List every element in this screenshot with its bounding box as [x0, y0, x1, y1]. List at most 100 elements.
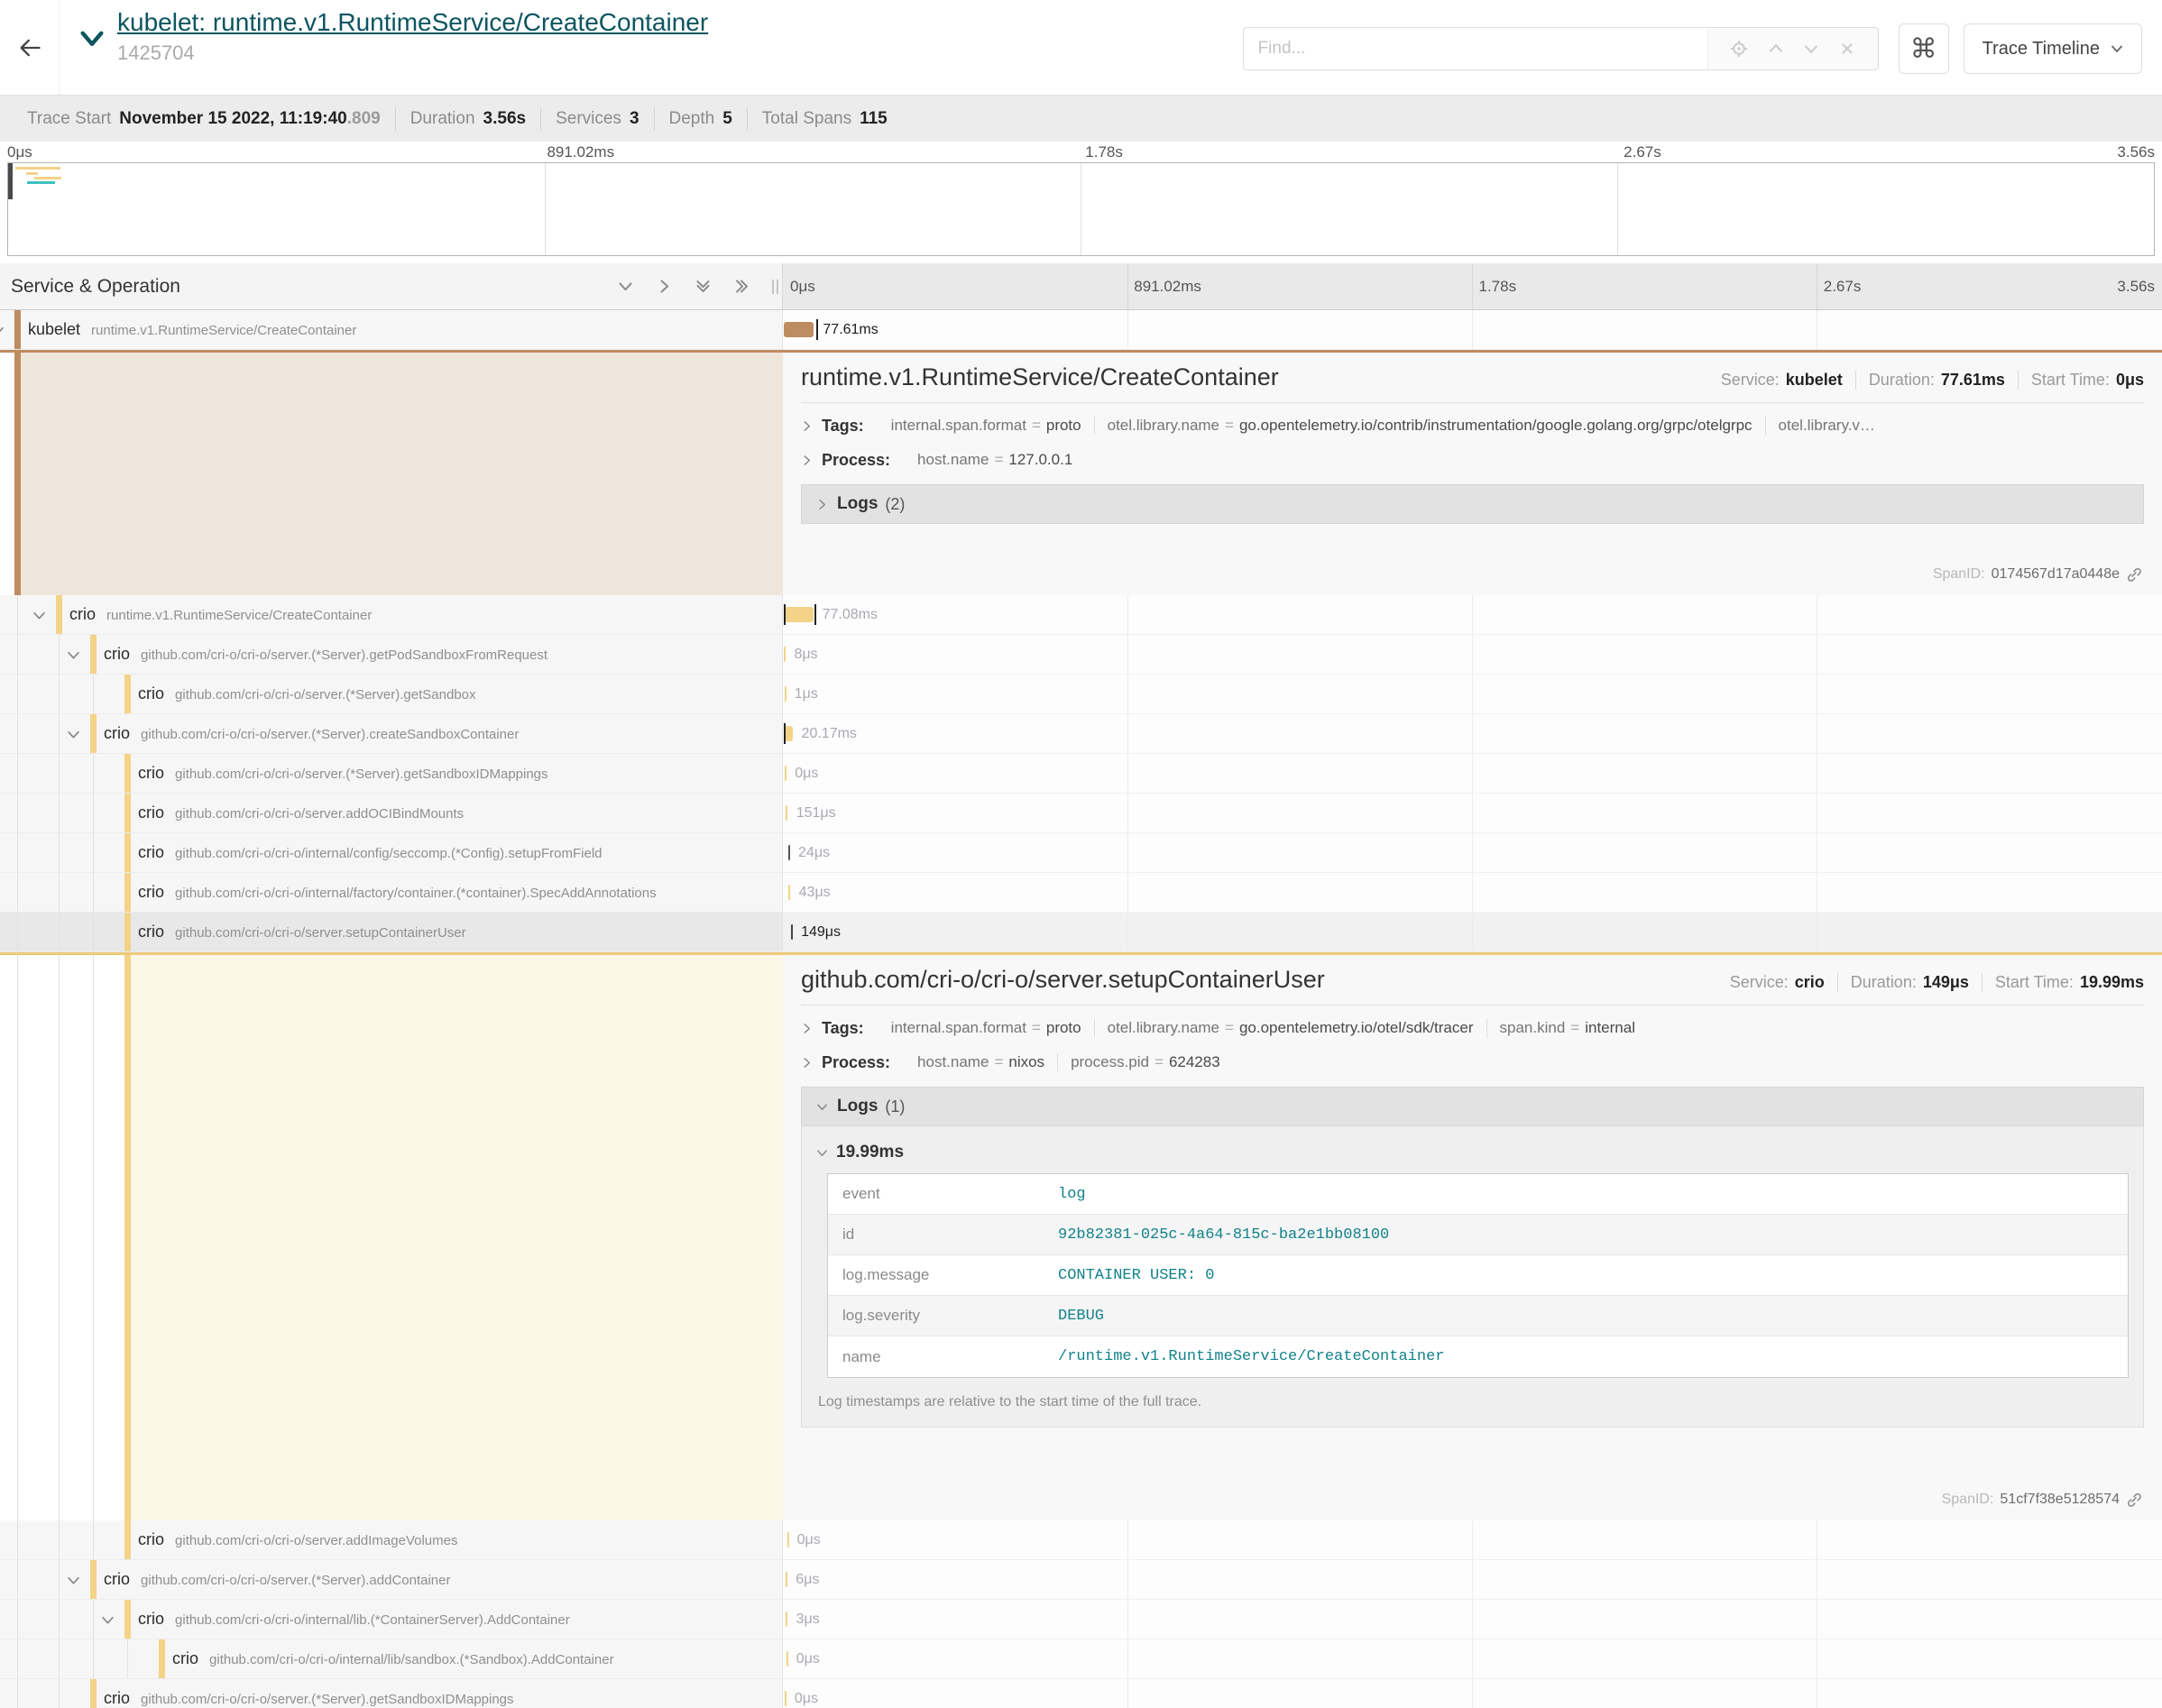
locate-icon[interactable]: [1730, 40, 1748, 58]
span-name-cell[interactable]: criogithub.com/cri-o/cri-o/server.(*Serv…: [0, 714, 783, 754]
span-row[interactable]: criogithub.com/cri-o/cri-o/server.setupC…: [0, 913, 2162, 952]
process-row[interactable]: Process: host.name=127.0.0.1: [801, 443, 2144, 477]
span-bar-cell[interactable]: 8μs: [783, 635, 2162, 675]
collapse-all-icon[interactable]: [695, 279, 711, 294]
process-item: process.pid=624283: [1058, 1053, 1233, 1071]
expand-one-icon[interactable]: [657, 279, 672, 294]
span-row[interactable]: criogithub.com/cri-o/cri-o/internal/lib.…: [0, 1600, 2162, 1639]
span-bar[interactable]: [785, 686, 787, 702]
span-row[interactable]: criogithub.com/cri-o/cri-o/server.(*Serv…: [0, 675, 2162, 714]
chevron-down-icon[interactable]: [0, 324, 5, 337]
span-bar-cell[interactable]: 6μs: [783, 1560, 2162, 1600]
span-row[interactable]: kubeletruntime.v1.RuntimeService/CreateC…: [0, 310, 2162, 350]
clear-search-icon[interactable]: [1839, 41, 1855, 57]
span-name-cell[interactable]: criogithub.com/cri-o/cri-o/internal/lib/…: [0, 1639, 783, 1679]
span-name-cell[interactable]: criogithub.com/cri-o/cri-o/internal/fact…: [0, 873, 783, 913]
span-bar-cell[interactable]: 0μs: [783, 1639, 2162, 1679]
tags-row[interactable]: Tags: internal.span.format=proto otel.li…: [801, 409, 2144, 443]
trace-title-link[interactable]: kubelet: runtime.v1.RuntimeService/Creat…: [117, 7, 708, 38]
log-entry-header[interactable]: 19.99ms: [816, 1135, 2129, 1170]
span-row[interactable]: criogithub.com/cri-o/cri-o/server.addOCI…: [0, 794, 2162, 833]
span-name-cell[interactable]: criogithub.com/cri-o/cri-o/server.(*Serv…: [0, 1679, 783, 1708]
prev-result-icon[interactable]: [1768, 41, 1784, 57]
span-bar[interactable]: [791, 924, 793, 940]
span-bar[interactable]: [785, 1691, 787, 1706]
span-row[interactable]: criogithub.com/cri-o/cri-o/server.addIma…: [0, 1520, 2162, 1560]
view-selector-button[interactable]: Trace Timeline: [1964, 23, 2142, 74]
process-row[interactable]: Process: host.name=nixos process.pid=624…: [801, 1045, 2144, 1079]
span-bar[interactable]: [788, 845, 790, 860]
span-name-cell[interactable]: crioruntime.v1.RuntimeService/CreateCont…: [0, 595, 783, 635]
span-name-cell[interactable]: kubeletruntime.v1.RuntimeService/CreateC…: [0, 310, 783, 350]
chevron-down-icon[interactable]: [32, 609, 46, 622]
span-name-cell[interactable]: criogithub.com/cri-o/cri-o/server.(*Serv…: [0, 754, 783, 794]
span-bar-cell[interactable]: 43μs: [783, 873, 2162, 913]
collapse-trace-chevron-icon[interactable]: [79, 27, 105, 49]
log-field-row: log.messageCONTAINER USER: 0: [828, 1255, 2128, 1296]
chevron-down-icon[interactable]: [101, 1613, 115, 1627]
span-bar[interactable]: [785, 607, 814, 622]
span-bar[interactable]: [784, 647, 786, 662]
link-icon[interactable]: [2126, 566, 2142, 583]
span-bar-cell[interactable]: 20.17ms: [783, 714, 2162, 754]
span-name-cell[interactable]: criogithub.com/cri-o/cri-o/server.addIma…: [0, 1520, 783, 1560]
span-bar[interactable]: [788, 885, 790, 900]
span-bar[interactable]: [784, 322, 814, 337]
span-bar[interactable]: [787, 1532, 789, 1547]
span-name-cell[interactable]: criogithub.com/cri-o/cri-o/server.setupC…: [0, 913, 783, 952]
minimap-drag-handle[interactable]: [8, 163, 13, 199]
find-input[interactable]: [1243, 27, 1707, 70]
logs-accordion[interactable]: Logs(1): [801, 1087, 2144, 1126]
span-bar-cell[interactable]: 0μs: [783, 754, 2162, 794]
detail-start-time: Start Time:0μs: [2019, 371, 2144, 390]
span-bar[interactable]: [787, 1651, 788, 1667]
span-bar-cell[interactable]: 1μs: [783, 675, 2162, 714]
span-bar[interactable]: [786, 1612, 787, 1627]
span-bar[interactable]: [785, 766, 787, 781]
span-name-cell[interactable]: criogithub.com/cri-o/cri-o/internal/lib.…: [0, 1600, 783, 1639]
span-name-cell[interactable]: criogithub.com/cri-o/cri-o/server.(*Serv…: [0, 1560, 783, 1600]
expand-all-icon[interactable]: [734, 279, 750, 294]
span-bar-cell[interactable]: 151μs: [783, 794, 2162, 833]
span-bar-cell[interactable]: 149μs: [783, 913, 2162, 952]
span-bar-cell[interactable]: 77.61ms: [783, 310, 2162, 350]
logs-accordion[interactable]: Logs(2): [801, 484, 2144, 524]
span-bar[interactable]: [786, 805, 787, 821]
span-row[interactable]: criogithub.com/cri-o/cri-o/server.(*Serv…: [0, 754, 2162, 794]
link-icon[interactable]: [2126, 1492, 2142, 1508]
service-color-strip: [90, 1560, 97, 1599]
next-result-icon[interactable]: [1803, 41, 1819, 57]
service-operation-label: Service & Operation: [11, 276, 180, 298]
span-row[interactable]: criogithub.com/cri-o/cri-o/internal/conf…: [0, 833, 2162, 873]
span-row[interactable]: criogithub.com/cri-o/cri-o/server.(*Serv…: [0, 1560, 2162, 1600]
span-bar[interactable]: [786, 1572, 787, 1587]
span-row[interactable]: criogithub.com/cri-o/cri-o/server.(*Serv…: [0, 714, 2162, 754]
span-bar[interactable]: [785, 726, 793, 741]
span-bar-cell[interactable]: 0μs: [783, 1679, 2162, 1708]
span-bar-cell[interactable]: 3μs: [783, 1600, 2162, 1639]
span-row[interactable]: criogithub.com/cri-o/cri-o/server.(*Serv…: [0, 1679, 2162, 1708]
span-bar-cell[interactable]: 0μs: [783, 1520, 2162, 1560]
span-name-cell[interactable]: criogithub.com/cri-o/cri-o/server.addOCI…: [0, 794, 783, 833]
span-bar-cell[interactable]: 24μs: [783, 833, 2162, 873]
span-row[interactable]: criogithub.com/cri-o/cri-o/internal/fact…: [0, 873, 2162, 913]
chevron-down-icon[interactable]: [67, 648, 80, 662]
collapse-one-icon[interactable]: [618, 279, 633, 294]
minimap-canvas[interactable]: [7, 162, 2155, 256]
span-row[interactable]: crioruntime.v1.RuntimeService/CreateCont…: [0, 595, 2162, 635]
tag-item: span.kind=internal: [1487, 1019, 1648, 1037]
column-resizer-grip[interactable]: [772, 280, 778, 294]
service-color-strip: [124, 873, 131, 912]
span-name-cell[interactable]: criogithub.com/cri-o/cri-o/server.(*Serv…: [0, 675, 783, 714]
tags-row[interactable]: Tags: internal.span.format=proto otel.li…: [801, 1011, 2144, 1045]
span-name-cell[interactable]: criogithub.com/cri-o/cri-o/server.(*Serv…: [0, 635, 783, 675]
span-row[interactable]: criogithub.com/cri-o/cri-o/server.(*Serv…: [0, 635, 2162, 675]
chevron-down-icon[interactable]: [67, 1574, 80, 1587]
keyboard-shortcuts-button[interactable]: ⌘: [1899, 23, 1949, 74]
span-name-cell[interactable]: criogithub.com/cri-o/cri-o/internal/conf…: [0, 833, 783, 873]
span-row[interactable]: criogithub.com/cri-o/cri-o/internal/lib/…: [0, 1639, 2162, 1679]
chevron-down-icon[interactable]: [67, 728, 80, 741]
span-bar-cell[interactable]: 77.08ms: [783, 595, 2162, 635]
back-button[interactable]: [0, 0, 60, 95]
top-bar: kubelet: runtime.v1.RuntimeService/Creat…: [0, 0, 2162, 95]
